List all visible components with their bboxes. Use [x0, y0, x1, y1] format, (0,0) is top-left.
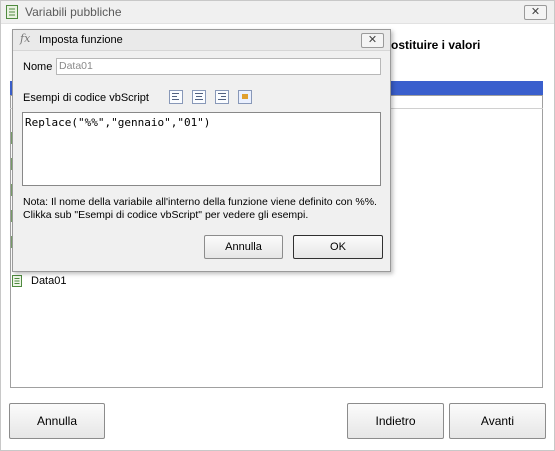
main-title-bar: Variabili pubbliche ✕	[1, 1, 554, 24]
function-icon: fx	[20, 32, 31, 45]
examples-label: Esempi di codice vbScript	[23, 92, 149, 104]
align-right-icon[interactable]	[215, 90, 229, 104]
dialog-title-bar: fx Imposta funzione ✕	[13, 30, 390, 51]
code-text: Replace("%%","gennaio","01")	[25, 116, 211, 129]
window-icon	[6, 5, 18, 19]
set-function-dialog: fx Imposta funzione ✕ Nome Data01 Esempi…	[12, 29, 391, 272]
align-left-icon[interactable]	[169, 90, 183, 104]
align-center-icon[interactable]	[192, 90, 206, 104]
cancel-button[interactable]: Annulla	[9, 403, 105, 439]
main-close-button[interactable]: ✕	[524, 5, 547, 20]
image-icon[interactable]	[238, 90, 252, 104]
name-field[interactable]: Data01	[56, 58, 381, 75]
dialog-title: Imposta funzione	[39, 34, 123, 46]
dialog-cancel-button[interactable]: Annulla	[204, 235, 283, 259]
main-window-title: Variabili pubbliche	[25, 5, 122, 19]
note-line-1: Nota: Il nome della variabile all'intern…	[23, 196, 377, 208]
header-text: ostituire i valori	[391, 38, 481, 52]
dialog-close-button[interactable]: ✕	[361, 33, 384, 48]
next-button[interactable]: Avanti	[449, 403, 546, 439]
name-label: Nome	[23, 61, 53, 73]
note-text: Nota: Il nome della variabile all'intern…	[23, 196, 383, 222]
dialog-ok-button[interactable]: OK	[293, 235, 383, 259]
code-editor[interactable]: Replace("%%","gennaio","01")	[22, 112, 381, 186]
document-icon	[12, 275, 22, 287]
note-line-2: Clikka sub "Esempi di codice vbScript" p…	[23, 209, 309, 221]
back-button[interactable]: Indietro	[347, 403, 444, 439]
list-item-label: Data01	[31, 275, 67, 287]
